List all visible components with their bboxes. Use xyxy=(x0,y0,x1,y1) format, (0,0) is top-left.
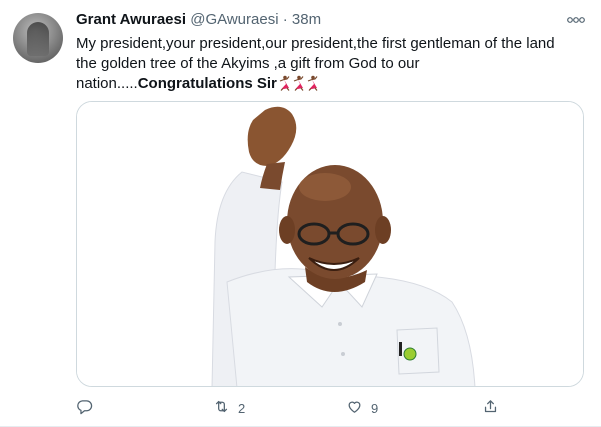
tweet-header: Grant Awuraesi @GAwuraesi · 38m xyxy=(76,10,321,30)
reply-button[interactable] xyxy=(76,396,101,420)
timestamp[interactable]: 38m xyxy=(292,11,321,28)
retweet-count: 2 xyxy=(238,400,246,416)
more-options-icon[interactable] xyxy=(565,12,587,28)
dancer-emoji xyxy=(305,75,319,91)
dancer-emoji xyxy=(277,75,291,91)
avatar[interactable] xyxy=(13,13,63,63)
heart-icon xyxy=(346,398,363,418)
author-name[interactable]: Grant Awuraesi xyxy=(76,11,186,28)
like-count: 9 xyxy=(371,400,379,416)
smiling-man-waving-illustration xyxy=(77,102,583,386)
tweet-text: My president,your president,our presiden… xyxy=(76,34,576,94)
tweet-bold-text: Congratulations Sir xyxy=(137,75,277,92)
retweet-icon xyxy=(213,398,230,418)
like-button[interactable]: 9 xyxy=(346,396,378,420)
retweet-button[interactable]: 2 xyxy=(213,396,245,420)
reply-icon xyxy=(76,398,93,418)
tweet-actions: 2 9 xyxy=(76,396,506,420)
author-handle[interactable]: @GAwuraesi xyxy=(190,11,278,28)
dancer-emoji xyxy=(291,75,305,91)
tweet-card[interactable]: Grant Awuraesi @GAwuraesi · 38m My presi… xyxy=(0,0,601,427)
share-icon xyxy=(482,398,499,418)
separator-dot: · xyxy=(282,11,288,28)
share-button[interactable] xyxy=(482,396,499,420)
tweet-image[interactable] xyxy=(76,101,584,387)
